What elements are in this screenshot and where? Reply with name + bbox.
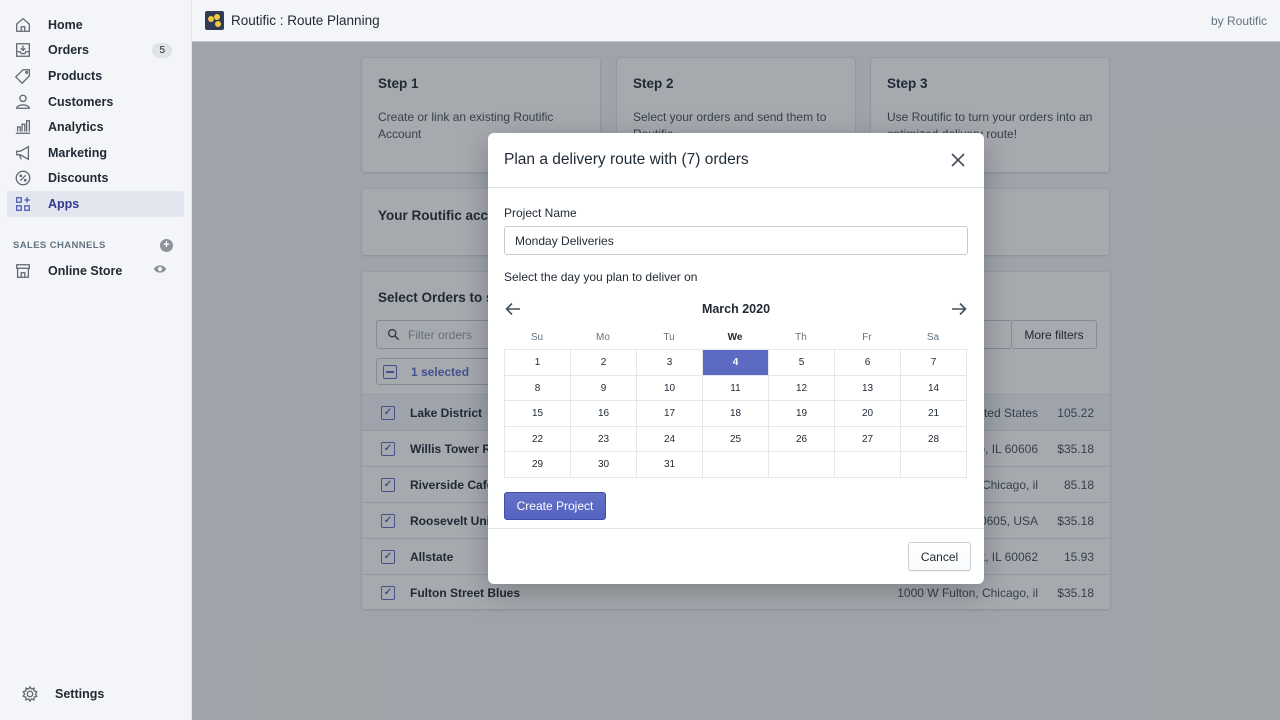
weekday-header: Su Mo Tu We Th Fr Sa <box>504 325 968 349</box>
calendar-day[interactable]: 23 <box>571 426 637 453</box>
calendar-grid: 1 2 3 4 5 6 7 8 9 10 11 12 13 14 15 16 17 18 19 20 21 22 23 24 2… <box>504 349 968 478</box>
calendar-day[interactable]: 25 <box>703 426 769 453</box>
calendar-day[interactable]: 21 <box>901 401 967 427</box>
calendar-day[interactable]: 26 <box>769 426 835 453</box>
app-topbar: Routific : Route Planning by Routific <box>192 0 1280 42</box>
calendar-navigation: March 2020 <box>504 298 968 320</box>
calendar-day[interactable]: 9 <box>571 375 637 402</box>
calendar-day-selected[interactable]: 4 <box>703 350 769 376</box>
calendar-day[interactable]: 22 <box>505 426 571 453</box>
weekday-label: Su <box>530 331 544 343</box>
routific-logo-icon <box>205 11 224 30</box>
modal-title: Plan a delivery route with (7) orders <box>504 151 749 168</box>
calendar-day[interactable]: 28 <box>901 426 967 453</box>
calendar-empty-cell <box>901 452 967 478</box>
calendar-day[interactable]: 30 <box>571 452 637 478</box>
calendar-day[interactable]: 13 <box>835 375 901 402</box>
calendar-day[interactable]: 27 <box>835 426 901 453</box>
calendar-day[interactable]: 24 <box>637 426 703 453</box>
project-name-label: Project Name <box>504 206 577 220</box>
weekday-label: Mo <box>596 331 610 343</box>
calendar-day[interactable]: 12 <box>769 375 835 402</box>
modal-footer: Cancel <box>488 528 984 584</box>
app-developer-label: by Routific <box>1210 13 1267 28</box>
calendar-day[interactable]: 5 <box>769 350 835 376</box>
modal-body: Project Name Select the day you plan to … <box>488 188 984 520</box>
next-month-arrow-icon[interactable] <box>950 300 968 318</box>
delivery-day-label: Select the day you plan to deliver on <box>504 270 698 284</box>
calendar-empty-cell <box>835 452 901 478</box>
sidebar-overlay-spacer <box>0 0 192 720</box>
calendar-day[interactable]: 10 <box>637 375 703 402</box>
weekday-label: We <box>727 331 743 343</box>
calendar-day[interactable]: 29 <box>505 452 571 478</box>
app-title: Routific : Route Planning <box>231 13 380 28</box>
calendar-day[interactable]: 1 <box>505 350 571 376</box>
calendar-day[interactable]: 16 <box>571 401 637 427</box>
calendar-empty-cell <box>703 452 769 478</box>
calendar-day[interactable]: 15 <box>505 401 571 427</box>
calendar-day[interactable]: 7 <box>901 350 967 376</box>
weekday-label: Fr <box>862 331 872 343</box>
calendar-day[interactable]: 11 <box>703 375 769 402</box>
cancel-button[interactable]: Cancel <box>908 542 971 571</box>
calendar-month-label: March 2020 <box>701 302 771 316</box>
project-name-input[interactable] <box>504 226 968 255</box>
calendar-day[interactable]: 3 <box>637 350 703 376</box>
weekday-label: Tu <box>663 331 675 343</box>
calendar-day[interactable]: 17 <box>637 401 703 427</box>
close-icon[interactable] <box>948 150 968 170</box>
calendar-day[interactable]: 31 <box>637 452 703 478</box>
calendar-day[interactable]: 8 <box>505 375 571 402</box>
weekday-label: Sa <box>926 331 940 343</box>
plan-route-modal: Plan a delivery route with (7) orders Pr… <box>488 133 984 584</box>
create-project-button[interactable]: Create Project <box>504 491 606 520</box>
calendar-day[interactable]: 6 <box>835 350 901 376</box>
calendar-day[interactable]: 20 <box>835 401 901 427</box>
calendar-day[interactable]: 2 <box>571 350 637 376</box>
calendar-day[interactable]: 14 <box>901 375 967 402</box>
calendar-day[interactable]: 19 <box>769 401 835 427</box>
calendar-day[interactable]: 18 <box>703 401 769 427</box>
calendar-empty-cell <box>769 452 835 478</box>
modal-header: Plan a delivery route with (7) orders <box>488 133 984 188</box>
previous-month-arrow-icon[interactable] <box>504 300 522 318</box>
weekday-label: Th <box>795 331 807 343</box>
